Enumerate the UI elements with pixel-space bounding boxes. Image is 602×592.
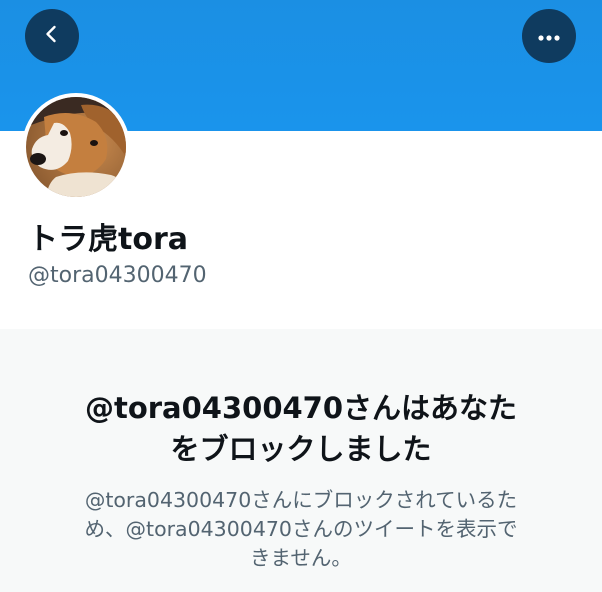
more-options-button[interactable] bbox=[522, 9, 576, 63]
chevron-left-icon bbox=[42, 24, 62, 48]
profile-display-name: トラ虎tora bbox=[28, 222, 188, 257]
profile-handle: @tora04300470 bbox=[28, 263, 207, 288]
blocked-notice-title: @tora04300470さんはあなた をブロックしました bbox=[0, 388, 602, 470]
more-horizontal-icon bbox=[537, 27, 561, 46]
blocked-notice-panel: @tora04300470さんはあなた をブロックしました @tora04300… bbox=[0, 329, 602, 592]
dog-avatar-image bbox=[26, 97, 126, 197]
back-button[interactable] bbox=[25, 9, 79, 63]
blocked-desc-line: め、@tora04300470さんのツイートを表示で bbox=[84, 517, 518, 541]
blocked-desc-line: きません。 bbox=[250, 546, 352, 570]
blocked-notice-description: @tora04300470さんにブロックされているた め、@tora043004… bbox=[0, 486, 602, 573]
profile-avatar[interactable] bbox=[22, 93, 130, 201]
blocked-title-line: @tora04300470さんはあなた bbox=[84, 391, 518, 425]
blocked-title-line: をブロックしました bbox=[170, 432, 432, 466]
blocked-desc-line: @tora04300470さんにブロックされているた bbox=[84, 488, 518, 512]
